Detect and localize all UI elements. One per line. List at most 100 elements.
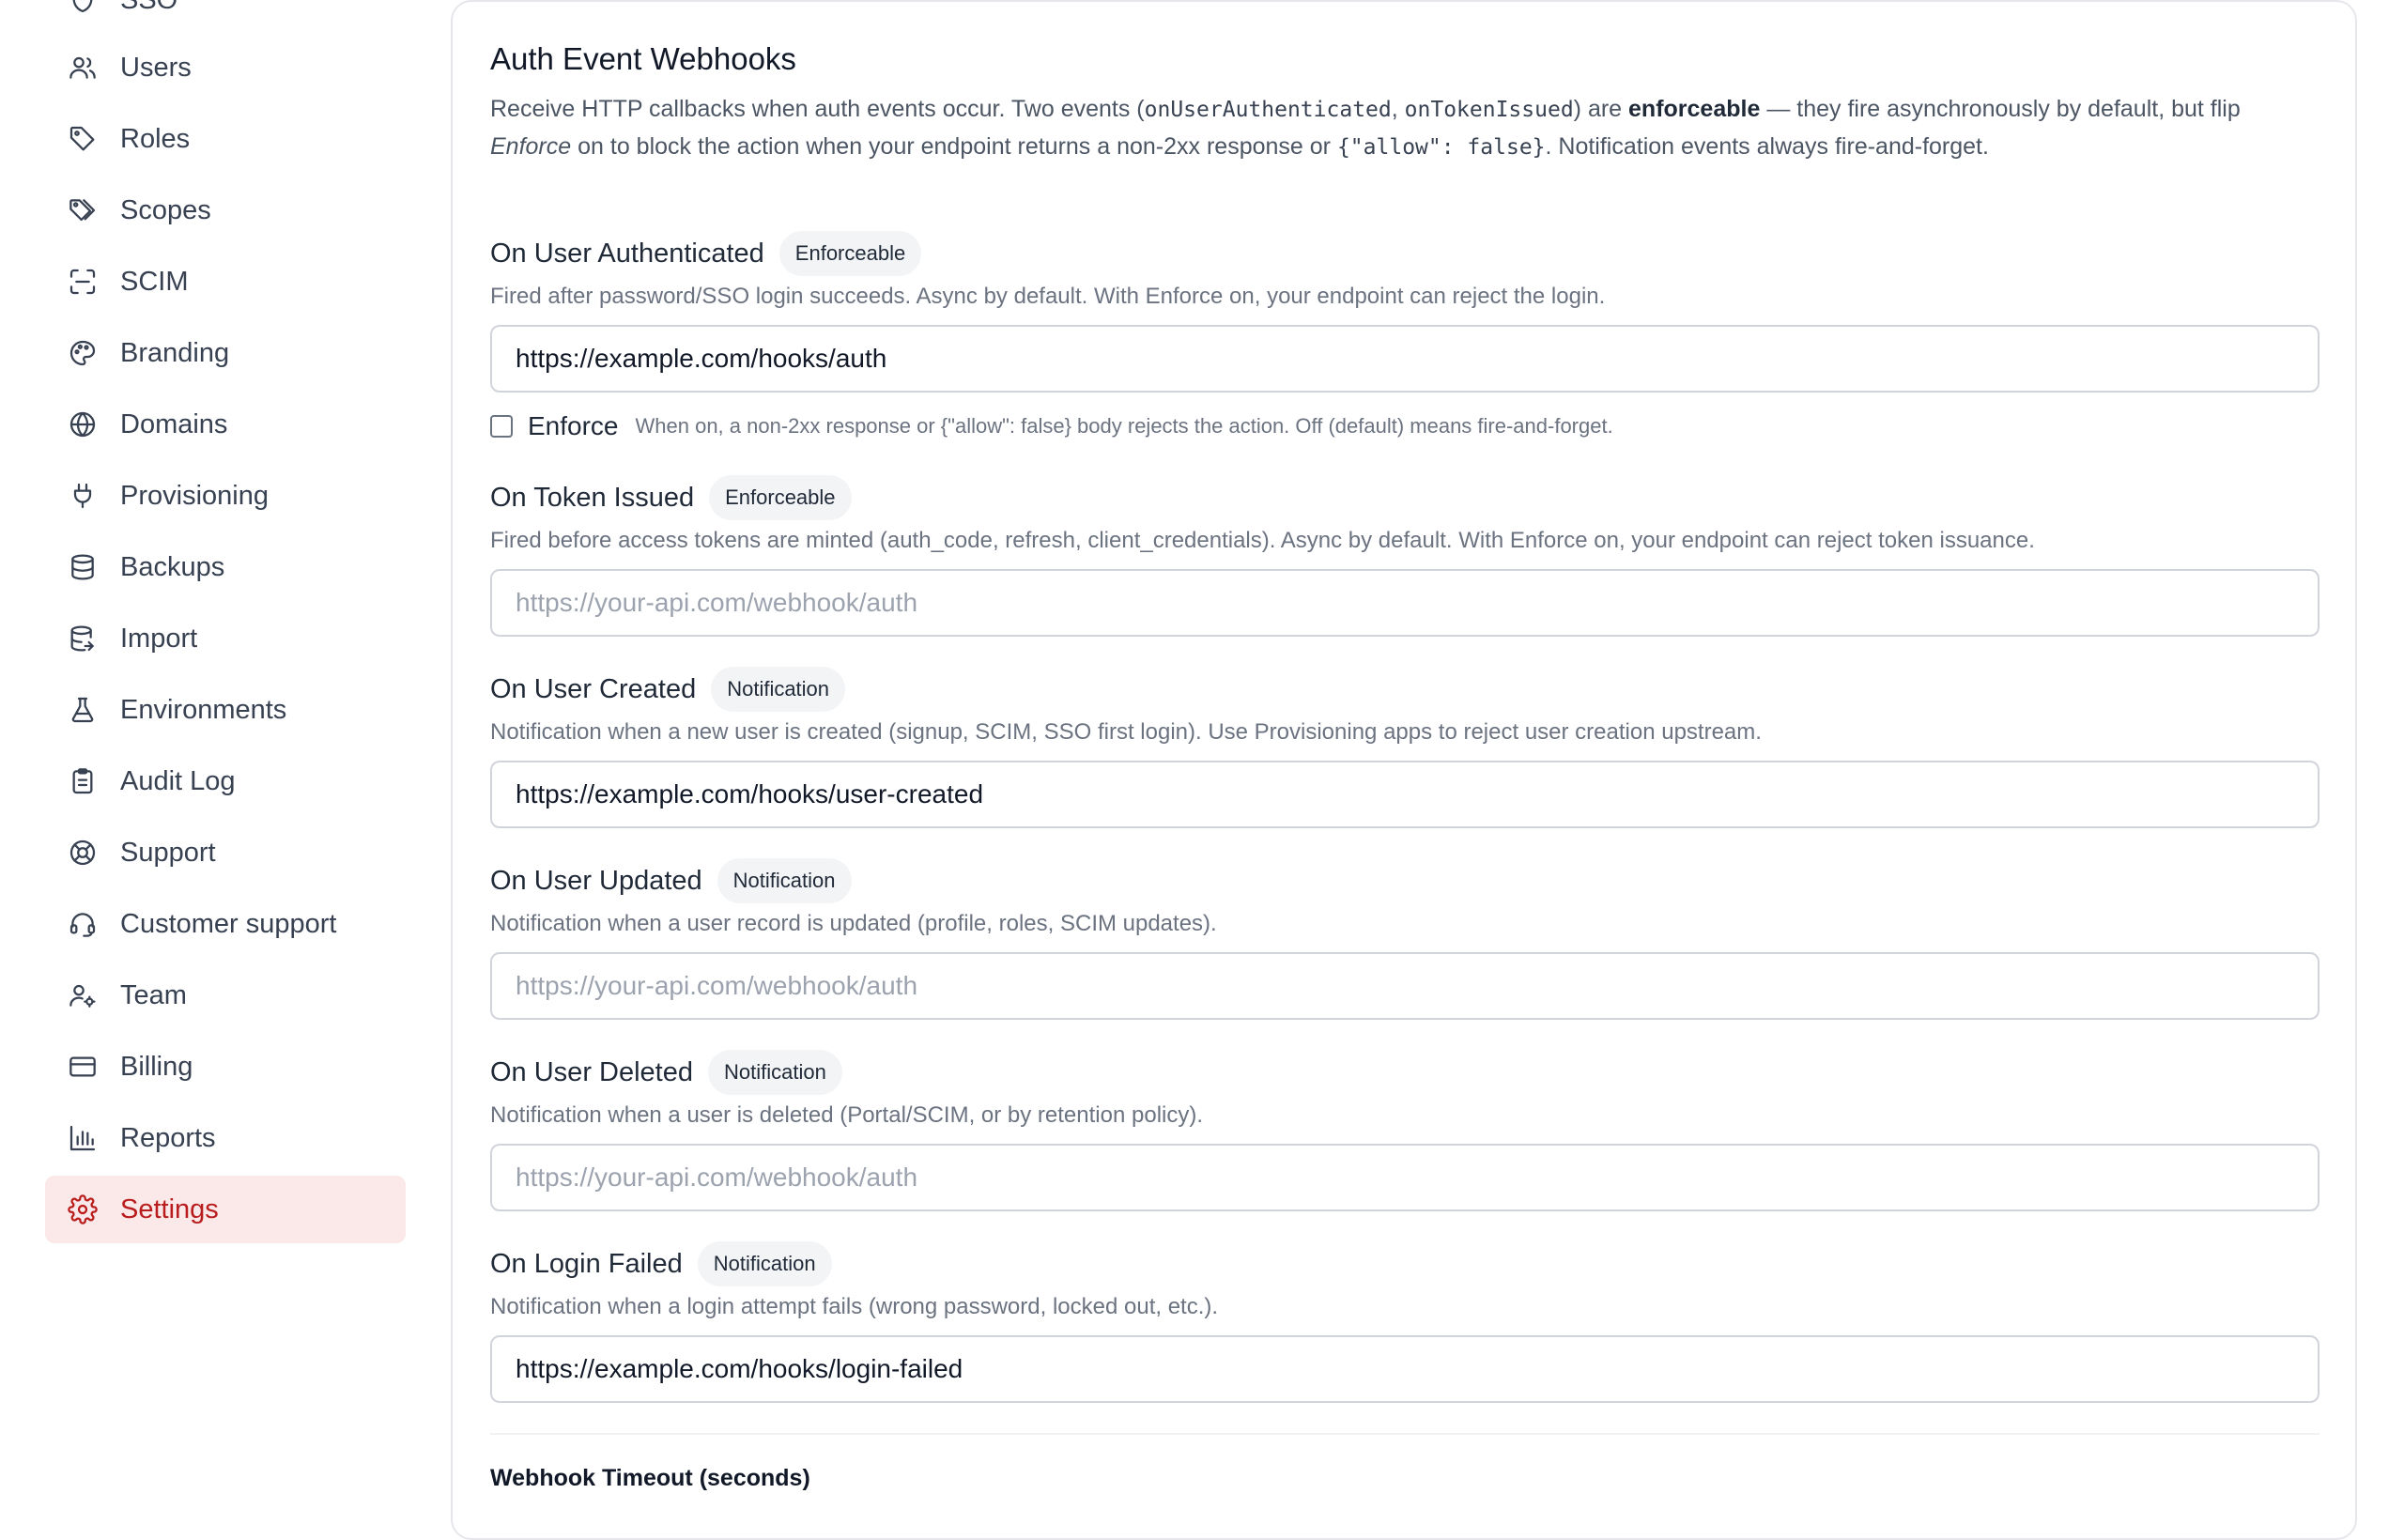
intro-text: , <box>1391 96 1405 122</box>
sidebar-item-team[interactable]: Team <box>45 962 406 1029</box>
section-divider <box>490 1433 2319 1435</box>
sidebar-item-provisioning[interactable]: Provisioning <box>45 462 406 530</box>
sidebar-item-label: Environments <box>120 694 287 725</box>
sidebar-item-label: Scopes <box>120 194 211 225</box>
lifebuoy-icon <box>68 838 98 868</box>
database-icon <box>68 552 98 582</box>
sidebar-item-support[interactable]: Support <box>45 819 406 886</box>
notification-badge: Notification <box>717 858 852 903</box>
intro-text: on to block the action when your endpoin… <box>571 133 1337 160</box>
gear-icon <box>68 1194 98 1224</box>
webhook-header-user-updated: On User Updated Notification <box>490 856 852 905</box>
intro-text: . Notification events always fire-and-fo… <box>1545 133 1989 160</box>
intro-code: onUserAuthenticated <box>1144 98 1392 122</box>
sidebar-item-import[interactable]: Import <box>45 605 406 672</box>
sidebar-item-scopes[interactable]: Scopes <box>45 177 406 244</box>
sidebar-item-label: Backups <box>120 551 225 582</box>
flask-icon <box>68 695 98 725</box>
user-created-url-input[interactable] <box>490 761 2319 828</box>
enforceable-badge: Enforceable <box>709 475 852 520</box>
intro-text: ) are <box>1573 96 1629 122</box>
webhook-label: On Login Failed <box>490 1248 683 1279</box>
section-intro: Receive HTTP callbacks when auth events … <box>490 91 2319 166</box>
notification-badge: Notification <box>711 667 846 712</box>
webhook-label: On User Created <box>490 673 697 704</box>
sidebar-item-branding[interactable]: Branding <box>45 319 406 387</box>
clipboard-icon <box>68 766 98 796</box>
webhook-header-user-authenticated: On User Authenticated Enforceable <box>490 229 922 278</box>
sidebar-item-sso[interactable]: SSO <box>45 0 406 34</box>
sidebar-item-settings[interactable]: Settings <box>45 1176 406 1243</box>
sidebar-item-label: Settings <box>120 1194 219 1224</box>
webhook-description: Fired after password/SSO login succeeds.… <box>490 284 1606 309</box>
sidebar-item-label: Roles <box>120 123 191 154</box>
section-title: Auth Event Webhooks <box>490 41 796 76</box>
sidebar-item-domains[interactable]: Domains <box>45 391 406 458</box>
enforce-checkbox[interactable] <box>490 415 513 438</box>
webhook-description: Fired before access tokens are minted (a… <box>490 528 2035 553</box>
intro-emphasis: enforceable <box>1628 96 1761 122</box>
webhook-timeout-label: Webhook Timeout (seconds) <box>490 1465 810 1491</box>
sidebar-item-roles[interactable]: Roles <box>45 105 406 173</box>
sidebar-item-label: Branding <box>120 337 230 368</box>
globe-icon <box>68 409 98 439</box>
token-issued-url-input[interactable] <box>490 569 2319 637</box>
plug-icon <box>68 481 98 511</box>
bar-chart-icon <box>68 1123 98 1153</box>
user-deleted-url-input[interactable] <box>490 1144 2319 1211</box>
webhook-description: Notification when a new user is created … <box>490 719 1762 745</box>
notification-badge: Notification <box>708 1050 842 1095</box>
webhook-description: Notification when a login attempt fails … <box>490 1294 1219 1319</box>
sidebar-item-label: SCIM <box>120 266 189 297</box>
sidebar-item-label: Reports <box>120 1122 216 1153</box>
user-authenticated-url-input[interactable] <box>490 325 2319 393</box>
intro-text: Receive HTTP callbacks when auth events … <box>490 96 1145 122</box>
webhook-header-user-deleted: On User Deleted Notification <box>490 1048 842 1097</box>
webhook-description: Notification when a user is deleted (Por… <box>490 1102 1204 1128</box>
sidebar-item-label: Import <box>120 623 198 654</box>
sidebar-item-customer-support[interactable]: Customer support <box>45 890 406 958</box>
database-import-icon <box>68 624 98 654</box>
shield-icon <box>68 0 98 15</box>
enforce-label[interactable]: Enforce <box>528 411 619 441</box>
sidebar-item-label: Billing <box>120 1051 193 1082</box>
sidebar-item-label: Provisioning <box>120 480 269 511</box>
sidebar-item-label: Team <box>120 979 187 1010</box>
webhook-label: On Token Issued <box>490 482 695 513</box>
sidebar-item-reports[interactable]: Reports <box>45 1104 406 1172</box>
palette-icon <box>68 338 98 368</box>
webhook-header-token-issued: On Token Issued Enforceable <box>490 473 852 522</box>
users-icon <box>68 53 98 83</box>
intro-text: — they fire asynchronously by default, b… <box>1760 96 2241 122</box>
sidebar-item-scim[interactable]: SCIM <box>45 248 406 316</box>
intro-code: {"allow": false} <box>1336 135 1546 160</box>
user-cog-icon <box>68 980 98 1010</box>
webhook-header-user-created: On User Created Notification <box>490 665 846 714</box>
webhook-label: On User Authenticated <box>490 238 764 269</box>
intro-code: onTokenIssued <box>1404 98 1574 122</box>
enforce-help-text: When on, a non-2xx response or {"allow":… <box>635 414 1613 438</box>
notification-badge: Notification <box>697 1241 832 1286</box>
intro-italic: Enforce <box>490 133 572 160</box>
sidebar-item-label: Support <box>120 837 216 868</box>
credit-card-icon <box>68 1052 98 1082</box>
webhook-label: On User Updated <box>490 865 702 896</box>
webhook-header-login-failed: On Login Failed Notification <box>490 1240 832 1288</box>
enforce-row: Enforce When on, a non-2xx response or {… <box>490 408 1613 445</box>
sidebar-item-environments[interactable]: Environments <box>45 676 406 744</box>
sidebar-item-label: Audit Log <box>120 765 236 796</box>
sidebar-item-audit-log[interactable]: Audit Log <box>45 747 406 815</box>
sidebar-item-backups[interactable]: Backups <box>45 533 406 601</box>
sidebar-item-label: Customer support <box>120 908 337 939</box>
sidebar-item-label: Domains <box>120 408 228 439</box>
headset-icon <box>68 909 98 939</box>
sidebar-item-users[interactable]: Users <box>45 34 406 101</box>
webhook-label: On User Deleted <box>490 1056 693 1087</box>
user-updated-url-input[interactable] <box>490 952 2319 1020</box>
tags-icon <box>68 195 98 225</box>
sidebar-item-billing[interactable]: Billing <box>45 1033 406 1101</box>
login-failed-url-input[interactable] <box>490 1335 2319 1403</box>
sidebar: SSO Users Roles Scopes SCIM Branding Dom… <box>0 0 451 1502</box>
sidebar-item-label: SSO <box>120 0 177 16</box>
webhook-description: Notification when a user record is updat… <box>490 911 1217 936</box>
